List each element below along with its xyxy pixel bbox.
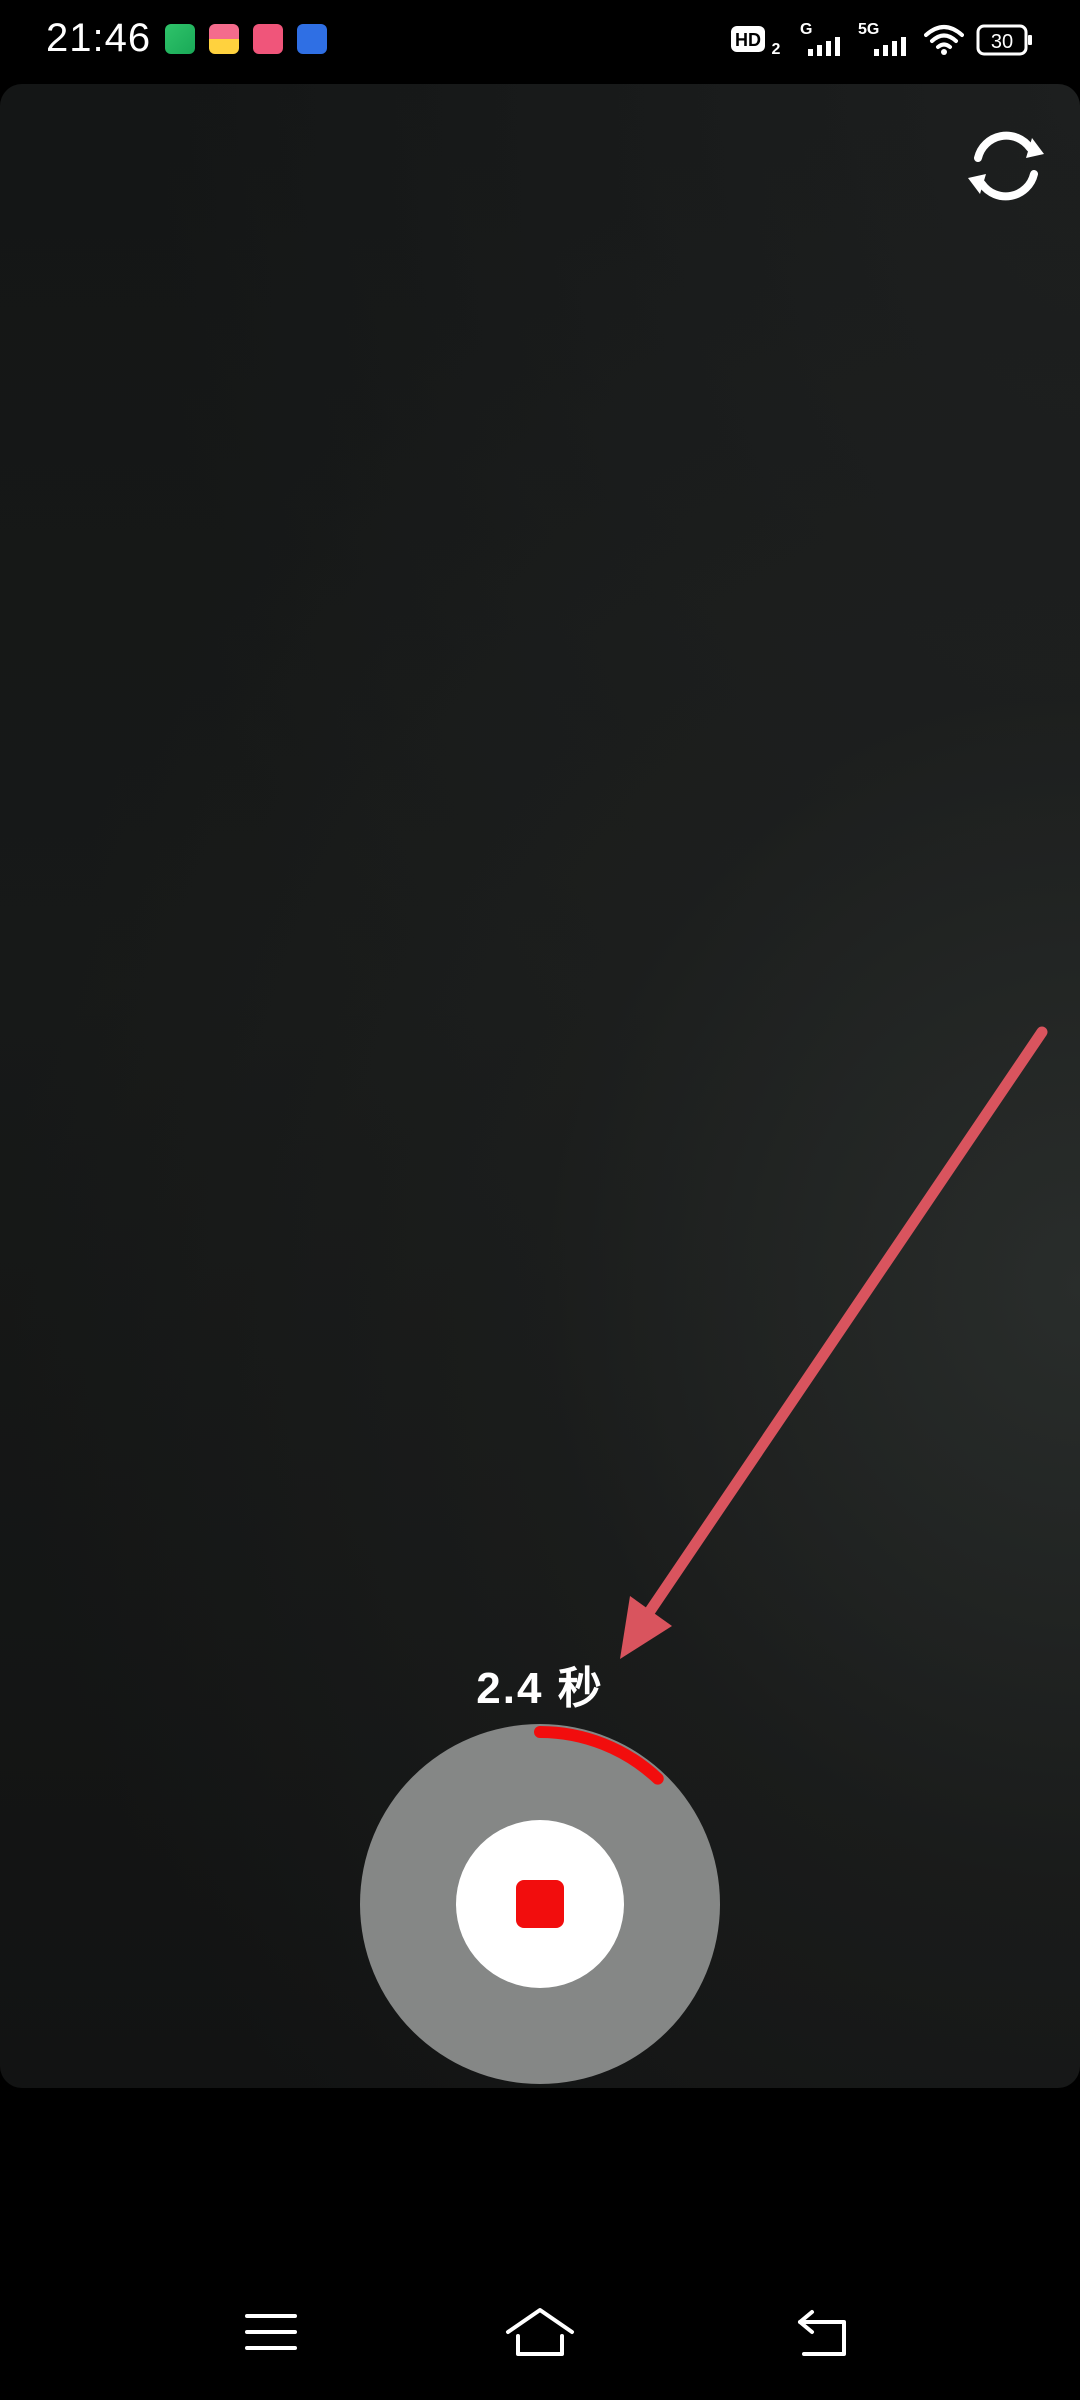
- signal-icon-sim1: G: [800, 21, 840, 56]
- svg-text:30: 30: [991, 31, 1013, 53]
- face-app-icon: [253, 24, 283, 54]
- record-control: [360, 1724, 720, 2084]
- iqiyi-app-icon: [165, 24, 195, 54]
- camera-preview: 2.4 秒: [0, 84, 1080, 2088]
- svg-text:5G: 5G: [858, 21, 879, 38]
- status-bar: 21:46 HD 2 G 5G 30: [0, 0, 1080, 82]
- back-icon[interactable]: [794, 2302, 854, 2362]
- stop-icon: [516, 1880, 564, 1928]
- screen: 21:46 HD 2 G 5G 30 2.4 秒: [0, 0, 1080, 2400]
- stop-recording-button[interactable]: [456, 1820, 624, 1988]
- wifi-icon: [924, 25, 964, 55]
- clock-app-icon: [297, 24, 327, 54]
- system-indicators: HD 2 G 5G 30: [730, 20, 1034, 60]
- battery-icon: 30: [976, 24, 1032, 56]
- notification-icons: [165, 24, 327, 54]
- switch-camera-icon[interactable]: [958, 118, 1054, 214]
- home-icon[interactable]: [504, 2302, 576, 2362]
- signal-icon-sim2: 5G: [858, 21, 906, 56]
- navigation-bar: [0, 2250, 1080, 2400]
- menu-icon[interactable]: [241, 2302, 301, 2362]
- status-time: 21:46: [46, 16, 152, 60]
- svg-text:G: G: [800, 21, 812, 38]
- svg-text:2: 2: [772, 41, 781, 58]
- svg-text:HD: HD: [735, 30, 761, 50]
- recording-timer: 2.4 秒: [476, 1664, 604, 1713]
- hd-voice-icon: HD 2: [731, 26, 781, 58]
- gift-app-icon: [209, 24, 239, 54]
